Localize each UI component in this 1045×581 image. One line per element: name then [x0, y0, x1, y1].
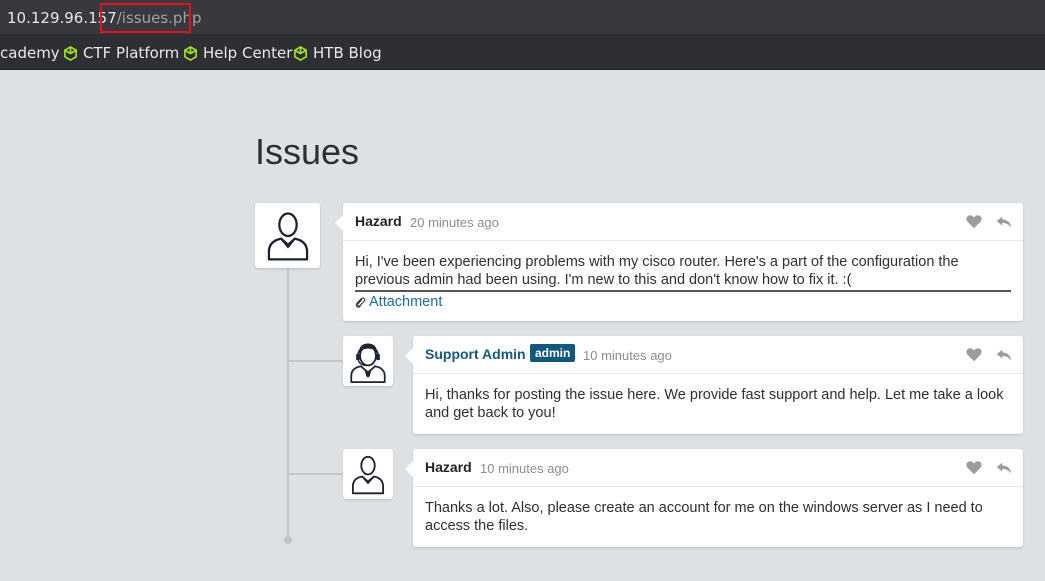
url-bar[interactable]: 10.129.96.157/issues.php [0, 0, 1045, 35]
post-text: Hi, thanks for posting the issue here. W… [425, 387, 1004, 421]
timeline-line [287, 268, 289, 538]
support-agent-icon [350, 343, 386, 383]
bookmark-label: HTB Blog [313, 44, 382, 62]
post-body: Hi, I've been experiencing problems with… [343, 241, 1023, 323]
issue-reply: Support Admin admin 10 minutes ago Hi, t… [405, 336, 1023, 434]
reply-icon[interactable] [995, 459, 1013, 477]
post-time: 20 minutes ago [410, 215, 499, 230]
cube-icon [184, 45, 197, 61]
attachment-label: Attachment [369, 294, 443, 310]
post-actions [965, 459, 1013, 477]
user-icon [267, 211, 308, 261]
bookmark-label: CTF Platform [83, 44, 180, 62]
post-header: Support Admin admin 10 minutes ago [413, 336, 1023, 374]
url-path-highlight-box [100, 3, 191, 33]
post-text: Thanks a lot. Also, please create an acc… [425, 500, 983, 534]
cube-icon [64, 45, 77, 61]
post-actions [965, 346, 1013, 364]
issue-reply: Hazard 10 minutes ago Thanks a lot. Also… [405, 449, 1023, 547]
heart-icon[interactable] [965, 346, 983, 364]
paperclip-icon [355, 296, 366, 308]
bookmark-label: cademy [0, 44, 60, 62]
post-author[interactable]: Support Admin [425, 346, 526, 362]
timeline-branch [288, 473, 344, 475]
reply-icon[interactable] [995, 213, 1013, 231]
reply-icon[interactable] [995, 346, 1013, 364]
bookmarks-bar: cademy CTF Platform Help Center HTB Blog [0, 35, 1045, 70]
admin-badge: admin [530, 344, 576, 362]
post-header: Hazard 10 minutes ago [413, 449, 1023, 487]
post-header: Hazard 20 minutes ago [343, 203, 1023, 241]
post-author[interactable]: Hazard [355, 213, 402, 229]
bookmark-ctf-platform[interactable]: CTF Platform [63, 44, 179, 62]
avatar [255, 203, 320, 268]
attachment-link[interactable]: Attachment [355, 293, 1011, 311]
post-author[interactable]: Hazard [425, 459, 472, 475]
post-time: 10 minutes ago [583, 348, 672, 363]
timeline-branch [288, 360, 344, 362]
bookmark-htb-blog[interactable]: HTB Blog [293, 44, 382, 62]
post-body: Hi, thanks for posting the issue here. W… [413, 374, 1023, 434]
post-body: Thanks a lot. Also, please create an acc… [413, 487, 1023, 547]
bookmark-label: Help Center [203, 44, 293, 62]
post-divider [355, 290, 1011, 292]
page-title: Issues [255, 131, 360, 172]
heart-icon[interactable] [965, 213, 983, 231]
cube-icon [294, 45, 307, 61]
bookmark-help-center[interactable]: Help Center [183, 44, 292, 62]
post-time: 10 minutes ago [480, 461, 569, 476]
bookmark-academy[interactable]: cademy [0, 44, 60, 62]
post-text: Hi, I've been experiencing problems with… [355, 254, 959, 288]
post-actions [965, 213, 1013, 231]
issue-post: Hazard 20 minutes ago Hi, I've been expe… [335, 203, 1023, 323]
avatar [343, 449, 393, 499]
user-icon [351, 455, 385, 495]
timeline-end-dot [284, 536, 292, 544]
avatar [343, 336, 393, 386]
heart-icon[interactable] [965, 459, 983, 477]
